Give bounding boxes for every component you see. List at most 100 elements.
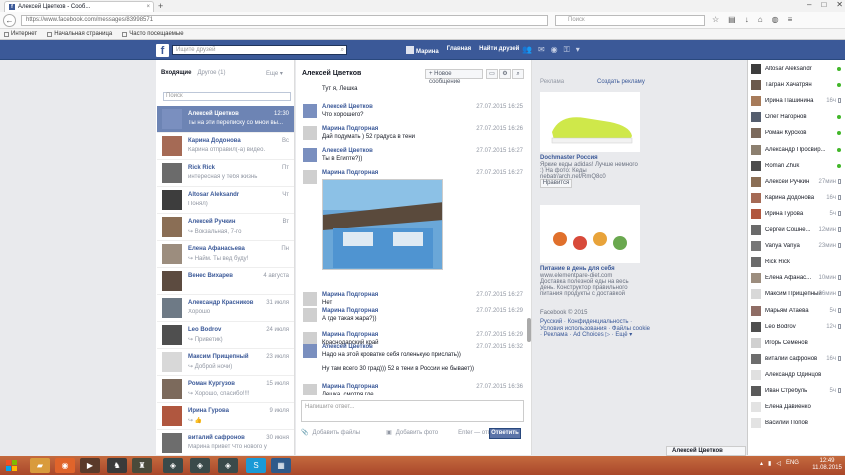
- message-author[interactable]: Марина Подгорная: [322, 332, 378, 338]
- friend-requests-icon[interactable]: 👥: [522, 45, 532, 55]
- conversation-item[interactable]: Максим Прищепный ↪ Доброй ночи) 23 июля: [157, 349, 294, 376]
- clock[interactable]: 12:49 11.08.2015: [812, 458, 842, 472]
- chat-friend-item[interactable]: Roman Zhuk: [748, 160, 845, 172]
- chat-friend-item[interactable]: виталий сафронов 16ч: [748, 353, 845, 365]
- message-author[interactable]: Марина Подгорная: [322, 170, 378, 176]
- chat-friend-item[interactable]: Марьям Атаева 5ч: [748, 305, 845, 317]
- home-icon[interactable]: ⌂: [758, 15, 763, 24]
- chat-friend-item[interactable]: Ирина Гурова 5ч: [748, 208, 845, 220]
- ad-sneaker-image[interactable]: [540, 92, 640, 152]
- tab-inbox[interactable]: Входящие: [161, 70, 191, 76]
- avatar[interactable]: [303, 344, 317, 358]
- chat-friend-item[interactable]: Василий Попов: [748, 417, 845, 429]
- game-launcher-icon[interactable]: ♜: [132, 458, 152, 473]
- chat-friend-item[interactable]: Александр Просвир...: [748, 144, 845, 156]
- ad-2-title[interactable]: Питание в день для себя: [540, 266, 615, 272]
- app-icon[interactable]: ◈: [218, 458, 238, 473]
- volume-icon[interactable]: ◁: [776, 460, 781, 467]
- search-icon[interactable]: ⌕: [341, 46, 344, 54]
- back-arrow-icon[interactable]: ←: [3, 14, 16, 27]
- chat-friend-item[interactable]: Сергей Сошне... 12мин: [748, 224, 845, 236]
- shared-photo[interactable]: [322, 179, 443, 270]
- maximize-icon[interactable]: □: [821, 0, 826, 9]
- avatar[interactable]: [303, 384, 317, 395]
- nav-find-friends-link[interactable]: Найти друзей: [479, 46, 519, 55]
- settings-dropdown-icon[interactable]: ▾: [576, 45, 580, 55]
- add-photo-button[interactable]: Добавить фото: [396, 430, 438, 436]
- messages-icon[interactable]: ✉: [538, 45, 545, 55]
- conversation-item[interactable]: Карина Додонова Карина отправил(-а) видео…: [157, 133, 294, 160]
- address-bar[interactable]: https://www.facebook.com/messages/839985…: [21, 15, 548, 26]
- download-icon[interactable]: ↓: [745, 15, 749, 24]
- message-author[interactable]: Алексей Цветков: [322, 148, 373, 154]
- conversation-item[interactable]: Ирина Гурова ↪ 👍 9 июля: [157, 403, 294, 430]
- windows-start-icon[interactable]: [3, 457, 21, 474]
- ad-food-image[interactable]: [540, 205, 640, 263]
- firefox-icon[interactable]: ◉: [55, 458, 75, 473]
- clipboard-icon[interactable]: ▤: [728, 15, 736, 24]
- chat-friend-item[interactable]: Олег Нагорнов: [748, 111, 845, 123]
- chat-friend-item[interactable]: Vanya Vanya 23мин: [748, 240, 845, 252]
- browser-tab[interactable]: f Алексей Цветков - Сооб... ×: [4, 1, 154, 12]
- conversation-search-input[interactable]: Поиск: [163, 92, 291, 101]
- app-icon[interactable]: ◈: [163, 458, 183, 473]
- conversation-item[interactable]: Altosar Aleksandr Понял) Чт: [157, 187, 294, 214]
- camera-icon[interactable]: ▣: [386, 429, 392, 436]
- chat-friend-item[interactable]: Роман Курсков: [748, 127, 845, 139]
- chat-friend-item[interactable]: Карина Додонова 16ч: [748, 192, 845, 204]
- ad-1-title[interactable]: Dochmaster Россия: [540, 155, 598, 161]
- reply-textarea[interactable]: Напишите ответ...: [301, 400, 524, 422]
- chat-friend-item[interactable]: Алексей Ручкин 27мин: [748, 176, 845, 188]
- nav-home-link[interactable]: Главная: [447, 46, 471, 55]
- message-author[interactable]: Марина Подгорная: [322, 292, 378, 298]
- avatar[interactable]: [303, 308, 317, 322]
- new-message-button[interactable]: + Новое сообщение: [425, 69, 483, 85]
- message-author[interactable]: Марина Подгорная: [322, 308, 378, 314]
- menu-icon[interactable]: ≡: [788, 15, 793, 24]
- message-author[interactable]: Алексей Цветков: [322, 104, 373, 110]
- message-author[interactable]: Марина Подгорная: [322, 126, 378, 132]
- conversation-item[interactable]: Leo Bodrov ↪ Приветик) 24 июля: [157, 322, 294, 349]
- bookmark-home-page[interactable]: Начальная страница: [47, 31, 112, 37]
- chat-friend-item[interactable]: Иван Стребуль 5ч: [748, 385, 845, 397]
- close-tab-icon[interactable]: ×: [146, 4, 150, 10]
- chat-friend-item[interactable]: Александр Одинцов: [748, 369, 845, 381]
- avatar[interactable]: [303, 170, 317, 184]
- like-page-button[interactable]: Нравится: [540, 179, 572, 188]
- facebook-logo-icon[interactable]: f: [156, 44, 169, 57]
- avatar[interactable]: [303, 126, 317, 140]
- nav-profile-link[interactable]: Марина: [406, 46, 439, 55]
- chat-friend-item[interactable]: Leo Bodrov 12ч: [748, 321, 845, 333]
- privacy-lock-icon[interactable]: ⚿: [564, 45, 570, 55]
- chat-friend-item[interactable]: Тагран Хачатрян: [748, 79, 845, 91]
- footer-links[interactable]: Русский · Конфиденциальность · Условия и…: [540, 319, 650, 339]
- avatar[interactable]: [303, 104, 317, 118]
- conversation-item[interactable]: виталий сафронов Марина привет Что нового…: [157, 430, 294, 457]
- media-player-icon[interactable]: ▶: [80, 458, 100, 473]
- conversation-item[interactable]: Rick Rick интересная у тебя жизнь Пт: [157, 160, 294, 187]
- bookmark-most-visited[interactable]: Часто посещаемые: [122, 31, 184, 37]
- paperclip-icon[interactable]: 📎: [301, 429, 308, 436]
- chat-friend-item[interactable]: Rick Rick: [748, 256, 845, 268]
- conversation-item[interactable]: Венес Вихарев 4 августа: [157, 268, 294, 295]
- add-files-button[interactable]: Добавить файлы: [312, 430, 360, 436]
- chat-friend-item[interactable]: Максим Прищепный 26мин: [748, 288, 845, 300]
- avatar[interactable]: [303, 148, 317, 162]
- bookmark-internet[interactable]: Интернет: [4, 31, 37, 37]
- new-tab-button[interactable]: +: [158, 2, 168, 11]
- chat-friend-item[interactable]: Игорь Семенов: [748, 337, 845, 349]
- tray-arrow-icon[interactable]: ▴: [760, 460, 763, 467]
- search-thread-icon[interactable]: ⌕: [512, 69, 524, 79]
- find-friends-search-input[interactable]: Ищите друзей ⌕: [172, 45, 347, 55]
- message-author[interactable]: Алексей Цветков: [322, 344, 373, 350]
- chat-icon[interactable]: ◍: [772, 15, 779, 24]
- chat-friend-item[interactable]: Altosar Aleksandr: [748, 63, 845, 75]
- minimize-icon[interactable]: –: [807, 0, 811, 9]
- tab-others[interactable]: Другое (1): [197, 70, 225, 76]
- reply-button[interactable]: Ответить: [489, 428, 521, 439]
- chat-friend-item[interactable]: Елена Афанас... 10мин: [748, 272, 845, 284]
- chat-friend-item[interactable]: Ирина Пашинина 16ч: [748, 95, 845, 107]
- create-ad-link[interactable]: Создать рекламу: [597, 79, 645, 85]
- conversation-item[interactable]: Алексей Цветков Ты на эти переписку со мн…: [157, 106, 294, 133]
- message-scrollbar[interactable]: [527, 318, 531, 342]
